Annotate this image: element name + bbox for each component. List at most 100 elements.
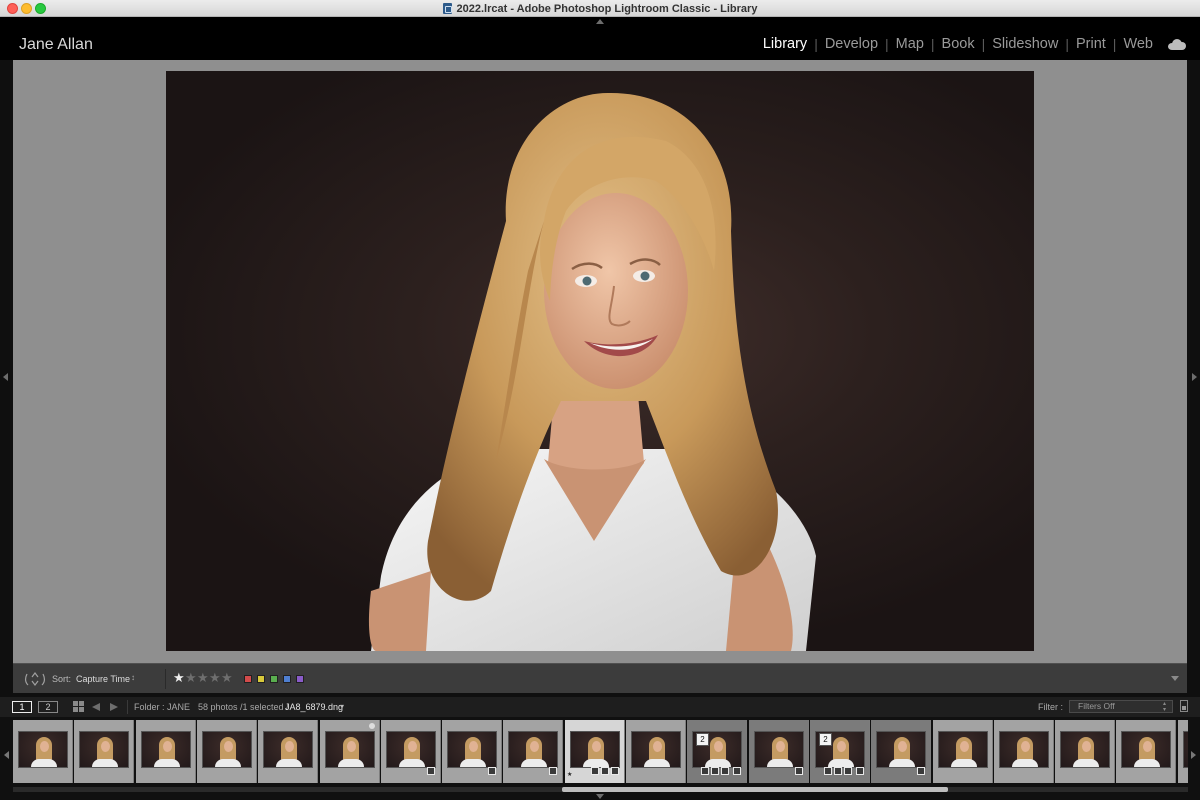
develop-adjustments-badge-icon[interactable] [856, 767, 864, 775]
filmstrip-thumbnail[interactable] [442, 720, 502, 783]
quick-collection-dot-icon[interactable] [369, 723, 375, 729]
bottom-panel-toggle-icon[interactable] [596, 794, 604, 799]
cloud-icon[interactable] [1168, 38, 1186, 50]
metadata-badge-icon[interactable] [711, 767, 719, 775]
module-book[interactable]: Book [935, 36, 982, 52]
develop-adjustments-badge-icon[interactable] [611, 767, 619, 775]
portrait-illustration [368, 92, 816, 651]
thumbnail-image [325, 731, 375, 768]
color-labels [244, 675, 309, 683]
module-library[interactable]: Library [756, 36, 814, 52]
forward-arrow-icon[interactable] [110, 703, 118, 711]
thumbnail-rating-star-icon: ★ [567, 772, 573, 778]
filmstrip-thumbnail[interactable] [749, 720, 809, 783]
filmstrip-thumbnail[interactable] [994, 720, 1054, 783]
filmstrip-scroll-left-icon[interactable] [4, 751, 9, 759]
filmstrip-thumbnail[interactable] [197, 720, 257, 783]
metadata-badge-icon[interactable] [591, 767, 599, 775]
top-panel-toggle-icon[interactable] [596, 19, 604, 24]
toolbar-options-menu-icon[interactable] [1171, 676, 1179, 681]
metadata-badge-icon[interactable] [844, 767, 852, 775]
filmstrip-thumbnail[interactable] [320, 720, 380, 783]
filmstrip-thumbnail[interactable] [871, 720, 931, 783]
module-develop[interactable]: Develop [818, 36, 885, 52]
filmstrip-thumbnail[interactable]: 2 [810, 720, 870, 783]
filmstrip-thumbnail[interactable] [381, 720, 441, 783]
star-1-icon[interactable]: ★ [173, 671, 185, 685]
thumbnail-image: 2 [815, 731, 865, 768]
thumbnail-image [141, 731, 191, 768]
filmstrip-header: 1 2 Folder : JANE 58 photos /1 selected … [0, 697, 1200, 717]
develop-adjustments-badge-icon[interactable] [795, 767, 803, 775]
stack-count-badge[interactable]: 2 [696, 733, 709, 746]
color-label-purple[interactable] [296, 675, 304, 683]
filmstrip-thumbnail-selected[interactable]: ★ [565, 720, 625, 783]
module-picker: Library | Develop | Map | Book | Slideshow | Print… [756, 36, 1186, 52]
color-label-green[interactable] [270, 675, 278, 683]
develop-adjustments-badge-icon[interactable] [549, 767, 557, 775]
file-menu-chevron-icon[interactable]: ▾ [340, 702, 344, 711]
module-slideshow[interactable]: Slideshow [985, 36, 1065, 52]
identity-plate: Jane Allan [19, 36, 93, 53]
thumbnail-image [202, 731, 252, 768]
color-label-red[interactable] [244, 675, 252, 683]
filmstrip-thumbnail[interactable] [136, 720, 196, 783]
metadata-badge-icon[interactable] [601, 767, 609, 775]
filmstrip-thumbnail[interactable] [74, 720, 134, 783]
filmstrip-scroll-right-icon[interactable] [1191, 751, 1196, 759]
filmstrip-thumbnail[interactable] [1116, 720, 1176, 783]
thumbnail-image [570, 731, 620, 768]
color-label-blue[interactable] [283, 675, 291, 683]
filmstrip-scrollbar-thumb[interactable] [562, 787, 948, 792]
metadata-badge-icon[interactable] [701, 767, 709, 775]
sort-select-arrows-icon[interactable]: ↕ [131, 673, 135, 682]
module-web[interactable]: Web [1116, 36, 1160, 52]
filter-lock-icon[interactable] [1180, 700, 1188, 712]
secondary-display-button[interactable]: 2 [38, 701, 58, 713]
metadata-badge-icon[interactable] [824, 767, 832, 775]
filmstrip-thumbnail[interactable] [13, 720, 73, 783]
thumbnail-image [876, 731, 926, 768]
stack-count-badge[interactable]: 2 [819, 733, 832, 746]
filmstrip-thumbnail[interactable] [503, 720, 563, 783]
window-title: 2022.lrcat - Adobe Photoshop Lightroom C… [456, 2, 758, 15]
back-arrow-icon[interactable] [92, 703, 100, 711]
selected-file-name[interactable]: JA8_6879.dng [285, 702, 343, 712]
star-2-icon[interactable]: ★ [185, 671, 197, 685]
develop-adjustments-badge-icon[interactable] [488, 767, 496, 775]
thumbnail-image [631, 731, 681, 768]
star-5-icon[interactable]: ★ [221, 671, 233, 685]
color-label-yellow[interactable] [257, 675, 265, 683]
primary-display-button[interactable]: 1 [12, 701, 32, 713]
folder-source-label[interactable]: Folder : JANE [134, 702, 190, 712]
thumbnail-image [999, 731, 1049, 768]
sort-direction-icon[interactable] [24, 670, 46, 688]
develop-adjustments-badge-icon[interactable] [427, 767, 435, 775]
metadata-badge-icon[interactable] [721, 767, 729, 775]
module-map[interactable]: Map [889, 36, 931, 52]
star-3-icon[interactable]: ★ [197, 671, 209, 685]
filmstrip-thumbnail[interactable] [933, 720, 993, 783]
filmstrip-thumbnail[interactable]: 2 [687, 720, 747, 783]
left-panel-toggle-icon[interactable] [3, 373, 8, 381]
grid-view-icon[interactable] [73, 701, 84, 712]
photo-count-label: 58 photos /1 selected / [198, 702, 289, 712]
sort-select[interactable]: Capture Time [76, 674, 130, 684]
filter-select[interactable]: Filters Off [1069, 700, 1173, 713]
module-print[interactable]: Print [1069, 36, 1113, 52]
develop-adjustments-badge-icon[interactable] [917, 767, 925, 775]
filmstrip-thumbnail[interactable] [1055, 720, 1115, 783]
metadata-badge-icon[interactable] [834, 767, 842, 775]
filmstrip-thumbnail[interactable] [1178, 720, 1188, 783]
filmstrip-header-divider [127, 700, 128, 714]
filmstrip-scrollbar[interactable] [13, 787, 1188, 792]
star-rating: ★ ★ ★ ★ ★ [173, 671, 233, 685]
star-4-icon[interactable]: ★ [209, 671, 221, 685]
filmstrip-thumbnail[interactable] [626, 720, 686, 783]
loupe-view[interactable] [13, 60, 1187, 663]
window-titlebar: 2022.lrcat - Adobe Photoshop Lightroom C… [0, 0, 1200, 17]
thumbnail-image [1183, 731, 1188, 768]
filmstrip-thumbnail[interactable] [258, 720, 318, 783]
develop-adjustments-badge-icon[interactable] [733, 767, 741, 775]
right-panel-toggle-icon[interactable] [1192, 373, 1197, 381]
